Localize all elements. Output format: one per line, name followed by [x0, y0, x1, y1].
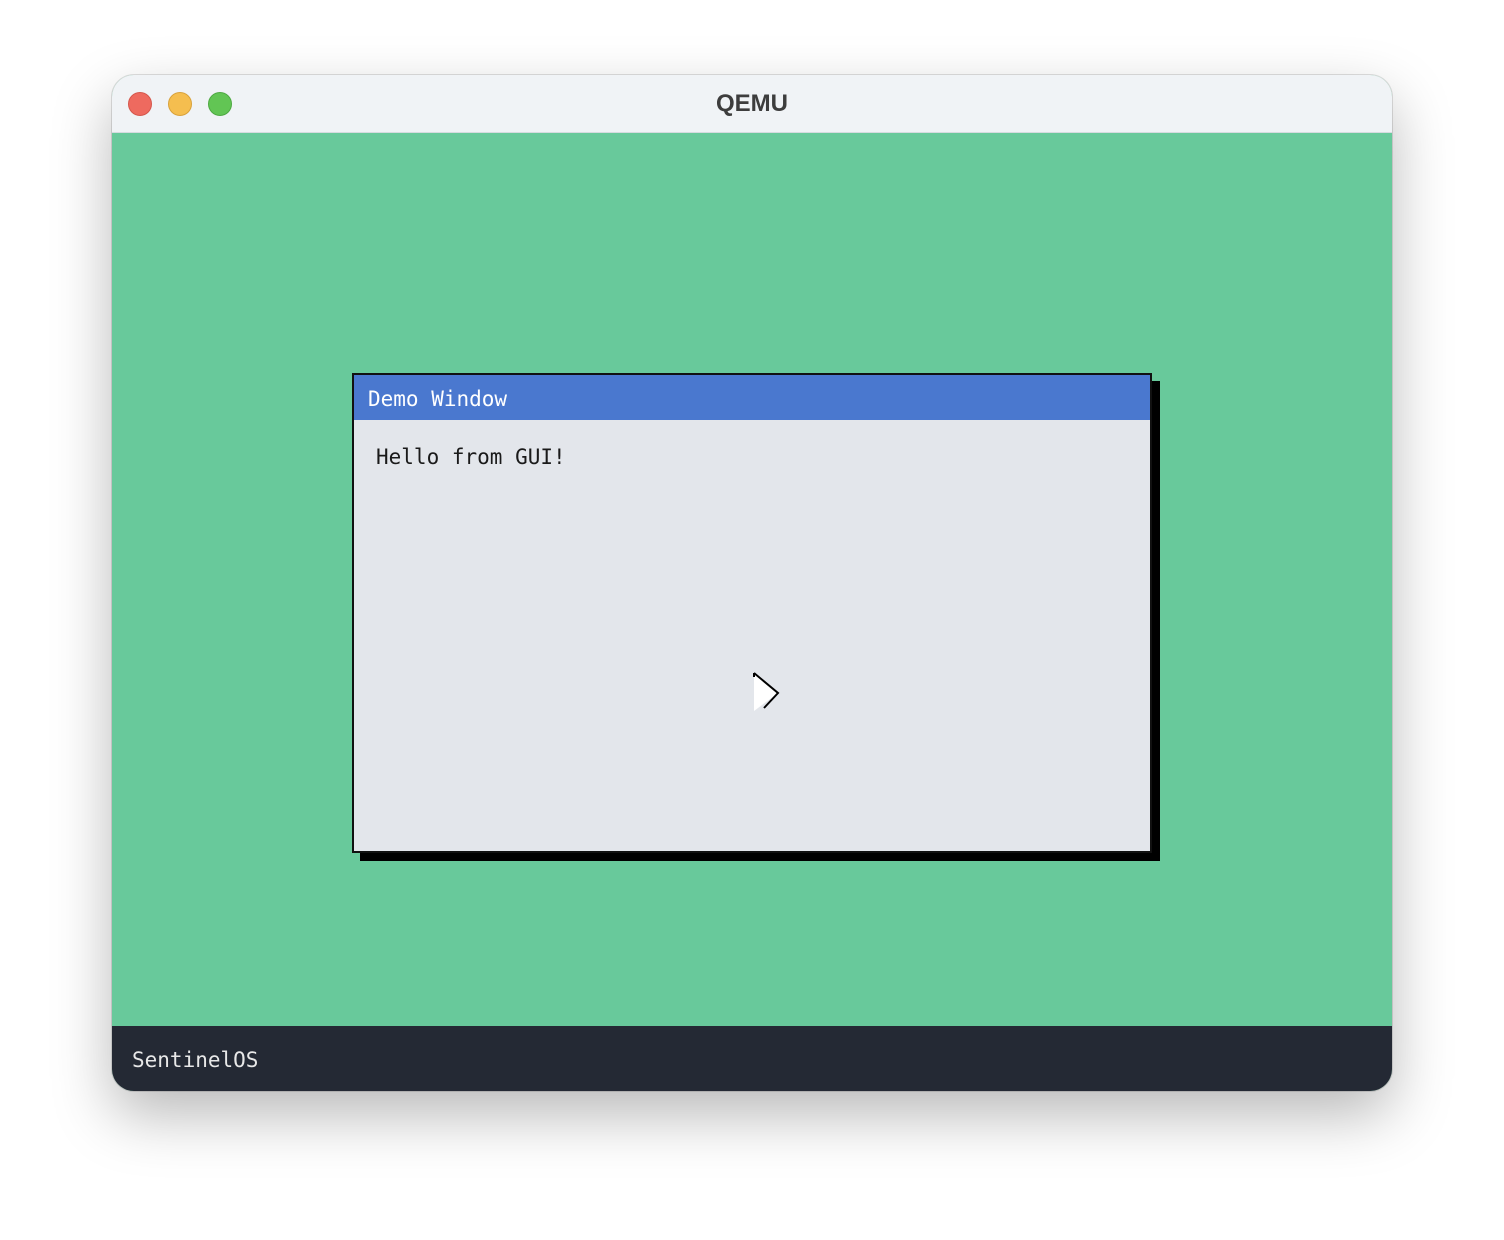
- window-titlebar[interactable]: QEMU: [112, 75, 1392, 133]
- demo-window-content-text: Hello from GUI!: [376, 445, 566, 469]
- mouse-pointer-icon: [753, 672, 780, 711]
- taskbar: SentinelOS: [112, 1026, 1392, 1091]
- taskbar-os-label: SentinelOS: [132, 1048, 259, 1072]
- demo-window-title: Demo Window: [368, 387, 508, 411]
- qemu-window: QEMU Demo Window Hello from GUI! Sentine…: [112, 75, 1392, 1091]
- guest-desktop[interactable]: Demo Window Hello from GUI!: [112, 133, 1392, 1026]
- demo-window[interactable]: Demo Window Hello from GUI!: [352, 373, 1152, 853]
- demo-window-titlebar[interactable]: Demo Window: [354, 375, 1150, 420]
- window-title: QEMU: [716, 90, 788, 117]
